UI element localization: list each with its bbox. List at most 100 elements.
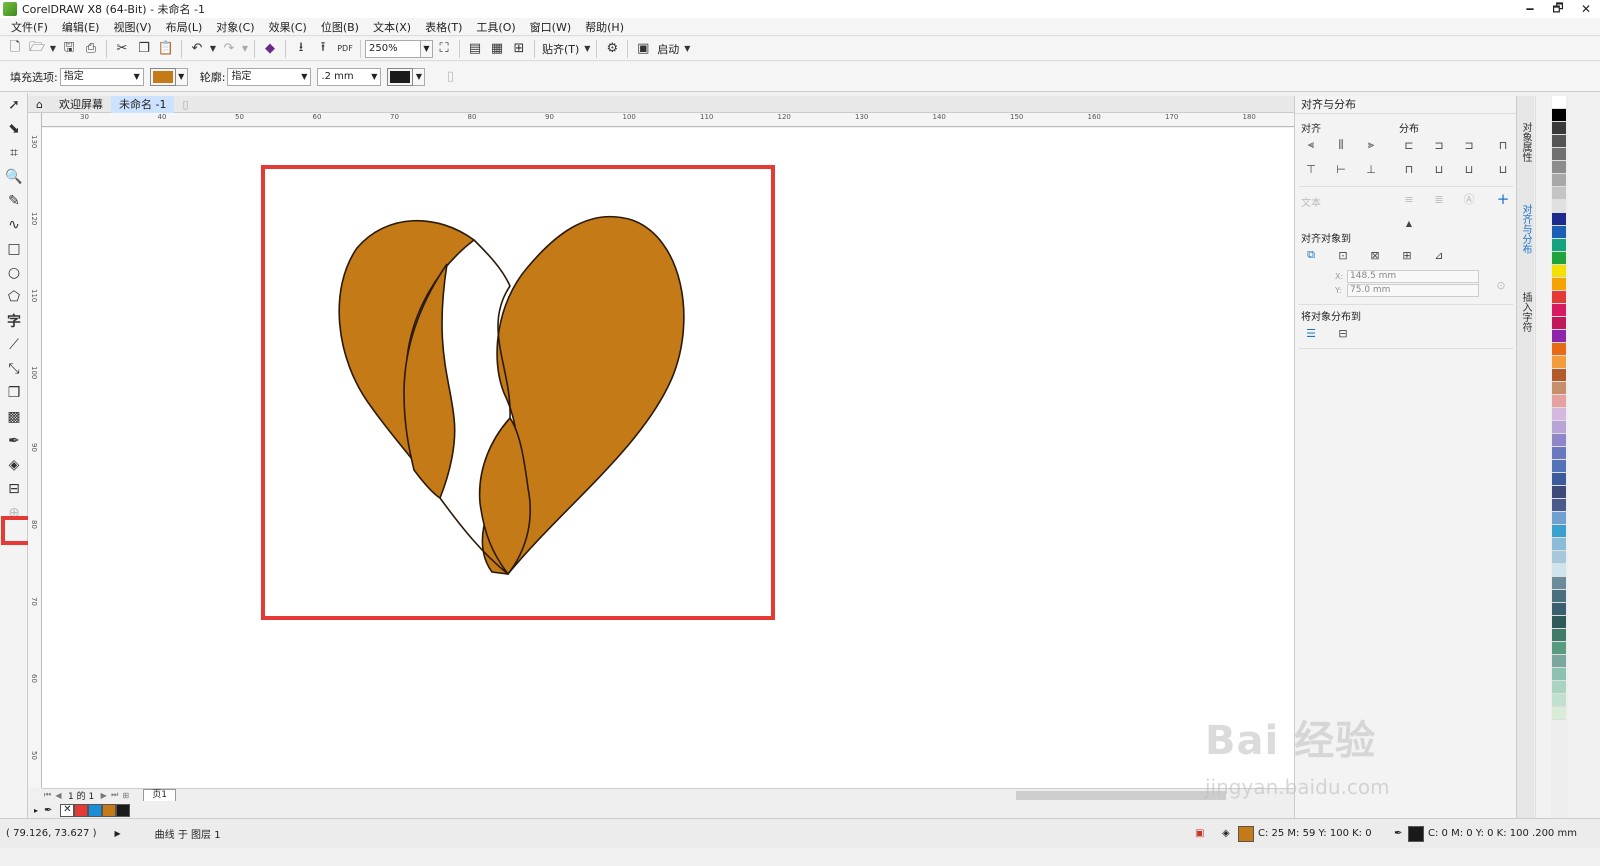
palette-swatch[interactable] bbox=[1552, 278, 1566, 291]
palette-swatch[interactable] bbox=[1552, 226, 1566, 239]
eyedropper-icon[interactable]: ✒ bbox=[44, 805, 52, 816]
palette-swatch[interactable] bbox=[1552, 655, 1566, 668]
palette-swatch[interactable] bbox=[1552, 304, 1566, 317]
menu-file[interactable]: 文件(F) bbox=[4, 19, 55, 35]
palette-swatch[interactable] bbox=[1552, 460, 1566, 473]
vertical-ruler[interactable]: 130 120 110 100 90 80 70 60 50 bbox=[28, 113, 42, 788]
horizontal-ruler[interactable]: 30 40 50 60 70 80 90 100 110 120 130 140 150 160 170 18… bbox=[42, 113, 1294, 127]
minimize-icon[interactable]: 🗕 bbox=[1516, 0, 1544, 18]
palette-swatch[interactable] bbox=[1552, 512, 1566, 525]
palette-swatch[interactable] bbox=[1552, 642, 1566, 655]
home-icon[interactable]: ⌂ bbox=[28, 96, 51, 113]
align-to-active-objects-icon[interactable]: ⧉ bbox=[1301, 246, 1321, 264]
print-icon[interactable]: ⎙ bbox=[80, 39, 102, 59]
paste-icon[interactable]: 📋 bbox=[155, 39, 177, 59]
add-page-icon[interactable]: ⊞ bbox=[120, 791, 131, 800]
export-icon[interactable]: ⭱ bbox=[312, 39, 334, 59]
open-icon[interactable]: 🗁 bbox=[26, 39, 48, 59]
close-icon[interactable]: ✕ bbox=[1572, 0, 1600, 18]
palette-swatch[interactable] bbox=[1552, 200, 1566, 213]
pick-tool-icon[interactable]: ➚ bbox=[0, 93, 28, 117]
tab-align-distribute[interactable]: 对齐与分布 bbox=[1519, 204, 1533, 254]
palette-swatch[interactable] bbox=[1552, 252, 1566, 265]
add-icon[interactable]: + bbox=[1493, 190, 1513, 208]
align-center-vertical-icon[interactable]: ⊢ bbox=[1331, 160, 1351, 178]
align-to-point-icon[interactable]: ⊿ bbox=[1429, 246, 1449, 264]
distribute-top-icon[interactable]: ⊓ bbox=[1399, 160, 1419, 178]
palette-swatch[interactable] bbox=[1552, 499, 1566, 512]
palette-swatch[interactable] bbox=[1552, 590, 1566, 603]
drop-shadow-icon[interactable]: ❒ bbox=[0, 381, 28, 405]
distribute-center-v-icon[interactable]: ⊔ bbox=[1429, 160, 1449, 178]
palette-swatch[interactable] bbox=[1552, 317, 1566, 330]
ellipse-tool-icon[interactable]: ○ bbox=[0, 261, 28, 285]
outline-status-swatch[interactable] bbox=[1408, 825, 1424, 842]
palette-swatch[interactable] bbox=[1552, 265, 1566, 278]
palette-swatch[interactable] bbox=[1552, 486, 1566, 499]
redo-dropdown-icon[interactable]: ▼ bbox=[240, 39, 250, 59]
full-screen-icon[interactable]: ⛶ bbox=[433, 39, 455, 59]
scroll-thumb[interactable] bbox=[1016, 791, 1226, 800]
options-gear-icon[interactable]: ⚙ bbox=[601, 39, 623, 59]
new-tab-icon[interactable]: ▯ bbox=[174, 96, 196, 113]
palette-swatch[interactable] bbox=[1552, 330, 1566, 343]
show-rulers-icon[interactable]: ▤ bbox=[464, 39, 486, 59]
parallel-dimension-icon[interactable]: ⟋ bbox=[0, 333, 28, 357]
palette-swatch[interactable] bbox=[1552, 161, 1566, 174]
zoom-dropdown-icon[interactable]: ▼ bbox=[421, 39, 433, 58]
text-baseline-first-icon[interactable]: ≡ bbox=[1399, 190, 1419, 208]
palette-swatch[interactable] bbox=[1552, 213, 1566, 226]
restore-icon[interactable]: 🗗 bbox=[1544, 0, 1572, 18]
undo-icon[interactable]: ↶ bbox=[186, 39, 208, 59]
palette-swatch[interactable] bbox=[1552, 564, 1566, 577]
redo-icon[interactable]: ↷ bbox=[218, 39, 240, 59]
show-guidelines-icon[interactable]: ⊞ bbox=[508, 39, 530, 59]
menu-view[interactable]: 视图(V) bbox=[106, 19, 158, 35]
text-baseline-last-icon[interactable]: ≣ bbox=[1429, 190, 1449, 208]
fill-options-select[interactable]: 指定 ▼ bbox=[59, 67, 144, 86]
align-to-page-center-icon[interactable]: ⊠ bbox=[1365, 246, 1385, 264]
new-document-icon[interactable]: 🗋 bbox=[4, 39, 26, 59]
status-arrow-icon[interactable]: ▶ bbox=[115, 829, 121, 838]
launch-dropdown-icon[interactable]: ▼ bbox=[682, 39, 692, 59]
palette-swatch[interactable] bbox=[1552, 187, 1566, 200]
copy-icon[interactable]: ❐ bbox=[133, 39, 155, 59]
palette-swatch[interactable] bbox=[1552, 291, 1566, 304]
palette-swatch[interactable] bbox=[1552, 356, 1566, 369]
search-content-icon[interactable]: ◆ bbox=[259, 39, 281, 59]
smart-fill-icon[interactable]: ⊟ bbox=[0, 477, 28, 501]
cut-icon[interactable]: ✂ bbox=[111, 39, 133, 59]
undo-dropdown-icon[interactable]: ▼ bbox=[208, 39, 218, 59]
fill-color-dropdown-icon[interactable]: ▼ bbox=[175, 67, 188, 86]
distribute-bottom-icon[interactable]: ⊔ bbox=[1459, 160, 1479, 178]
palette-swatch[interactable] bbox=[1552, 109, 1566, 122]
y-coordinate-field[interactable]: 75.0 mm bbox=[1347, 284, 1479, 297]
snap-dropdown-icon[interactable]: ▼ bbox=[582, 39, 592, 59]
palette-swatch[interactable] bbox=[1552, 616, 1566, 629]
outline-options-select[interactable]: 指定 ▼ bbox=[227, 67, 312, 86]
palette-swatch[interactable] bbox=[1552, 382, 1566, 395]
outline-color-dropdown-icon[interactable]: ▼ bbox=[413, 67, 426, 86]
pick-point-icon[interactable]: ⊙ bbox=[1491, 276, 1511, 294]
align-right-icon[interactable]: ⫸ bbox=[1361, 136, 1381, 154]
polygon-tool-icon[interactable]: ⬠ bbox=[0, 285, 28, 309]
align-to-grid-icon[interactable]: ⊞ bbox=[1397, 246, 1417, 264]
palette-swatch[interactable] bbox=[1552, 629, 1566, 642]
tab-welcome-screen[interactable]: 欢迎屏幕 bbox=[51, 96, 111, 113]
palette-swatch[interactable] bbox=[1552, 135, 1566, 148]
palette-swatch[interactable] bbox=[1552, 148, 1566, 161]
launch-menu[interactable]: 启动 bbox=[654, 41, 682, 57]
palette-swatch[interactable] bbox=[1552, 239, 1566, 252]
page-tab-1[interactable]: 页1 bbox=[143, 789, 176, 801]
distribute-to-selection-icon[interactable]: ☰ bbox=[1301, 324, 1321, 342]
document-palette-swatch[interactable] bbox=[102, 803, 117, 817]
show-grid-icon[interactable]: ▦ bbox=[486, 39, 508, 59]
save-icon[interactable]: 🖫 bbox=[58, 39, 80, 59]
outline-color-picker[interactable] bbox=[387, 67, 414, 86]
align-to-page-edge-icon[interactable]: ⊡ bbox=[1333, 246, 1353, 264]
page-first-icon[interactable]: ⏮ bbox=[42, 790, 53, 800]
palette-swatch[interactable] bbox=[1552, 577, 1566, 590]
transparency-tool-icon[interactable]: ▩ bbox=[0, 405, 28, 429]
palette-swatch[interactable] bbox=[1552, 551, 1566, 564]
palette-swatch[interactable] bbox=[1552, 707, 1566, 720]
